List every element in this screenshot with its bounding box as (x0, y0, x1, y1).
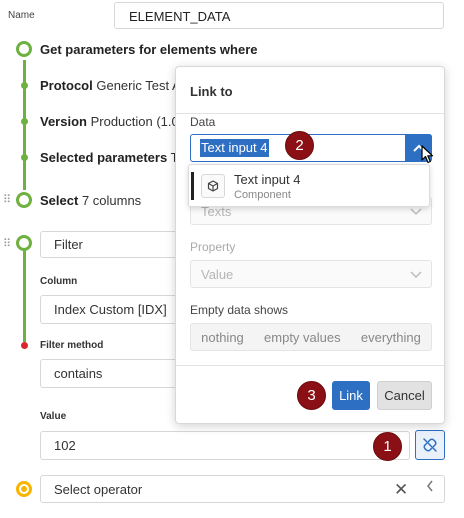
data-dropdown-option[interactable]: Text input 4 Component (188, 164, 430, 207)
select-key: Select (40, 193, 79, 208)
tree-line-filter (23, 250, 26, 342)
unlink-button[interactable] (415, 430, 445, 460)
protocol-key: Protocol (40, 78, 93, 93)
tree-node-get-params (16, 41, 32, 57)
option-highlight-bar (191, 172, 194, 200)
drag-handle-icon[interactable]: ⠿ (3, 237, 11, 250)
operator-placeholder: Select operator (54, 481, 143, 497)
column-label: Column (40, 276, 78, 287)
popup-footer-divider (176, 365, 444, 366)
tree-node-filter (16, 235, 32, 251)
get-params-heading: Get parameters for elements where (40, 42, 258, 57)
clear-icon[interactable]: ✕ (394, 480, 408, 500)
property-select: Value (190, 260, 432, 288)
select-row[interactable]: Select 7 columns (40, 193, 141, 208)
filter-method-select[interactable]: contains (40, 359, 180, 388)
popup-title: Link to (190, 84, 233, 99)
tree-node-operator (16, 481, 32, 497)
name-input[interactable]: ELEMENT_DATA (114, 2, 444, 29)
callout-1: 1 (373, 432, 402, 461)
link-button[interactable]: Link (332, 381, 370, 410)
empty-option-empty-values[interactable]: empty values (264, 330, 341, 345)
chevron-down-icon (410, 208, 422, 216)
tree-dot-version (21, 118, 28, 125)
name-label: Name (8, 10, 35, 21)
empty-data-label: Empty data shows (190, 303, 289, 317)
chevron-down-icon (410, 271, 422, 279)
data-selected-text: Text input 4 (200, 139, 269, 157)
filter-method-label: Filter method (40, 340, 104, 351)
cancel-button[interactable]: Cancel (377, 381, 432, 410)
select-value: 7 columns (81, 193, 142, 208)
popup-divider (176, 113, 444, 114)
selected-params-key: Selected parameters (40, 150, 168, 165)
filter-header[interactable]: Filter (40, 231, 180, 258)
protocol-row[interactable]: Protocol Generic Test Al (40, 78, 184, 93)
version-row[interactable]: Version Production (1.0. (40, 114, 182, 129)
empty-option-nothing[interactable]: nothing (201, 330, 244, 345)
tree-dot-protocol (21, 82, 28, 89)
callout-2: 2 (285, 131, 314, 160)
column-select[interactable]: Index Custom [IDX] (40, 295, 180, 324)
property-value: Value (201, 266, 234, 282)
empty-option-everything[interactable]: everything (361, 330, 421, 345)
link-to-popup: Link to Data Text input 4 Texts Property… (175, 66, 445, 424)
chevron-left-icon[interactable] (425, 478, 435, 499)
data-label: Data (190, 115, 216, 129)
drag-handle-icon[interactable]: ⠿ (3, 193, 11, 206)
protocol-value: Generic Test Al (96, 78, 184, 93)
selected-params-row[interactable]: Selected parameters Ta (40, 150, 184, 165)
empty-data-segmented: nothing empty values everything (190, 323, 432, 351)
version-value: Production (1.0. (90, 114, 183, 129)
component-icon (201, 174, 225, 198)
callout-3: 3 (297, 381, 326, 410)
value-input[interactable]: 102 (40, 431, 410, 460)
property-label: Property (190, 240, 236, 254)
operator-select[interactable]: Select operator (40, 475, 445, 503)
tree-node-select (16, 192, 32, 208)
value-label: Value (40, 411, 67, 422)
tree-dot-filter-method (21, 342, 28, 349)
option-title: Text input 4 (234, 172, 301, 187)
option-subtitle: Component (234, 189, 291, 201)
tree-dot-selected-params (21, 154, 28, 161)
version-key: Version (40, 114, 87, 129)
tree-line (23, 60, 26, 190)
unlink-icon (423, 438, 437, 452)
